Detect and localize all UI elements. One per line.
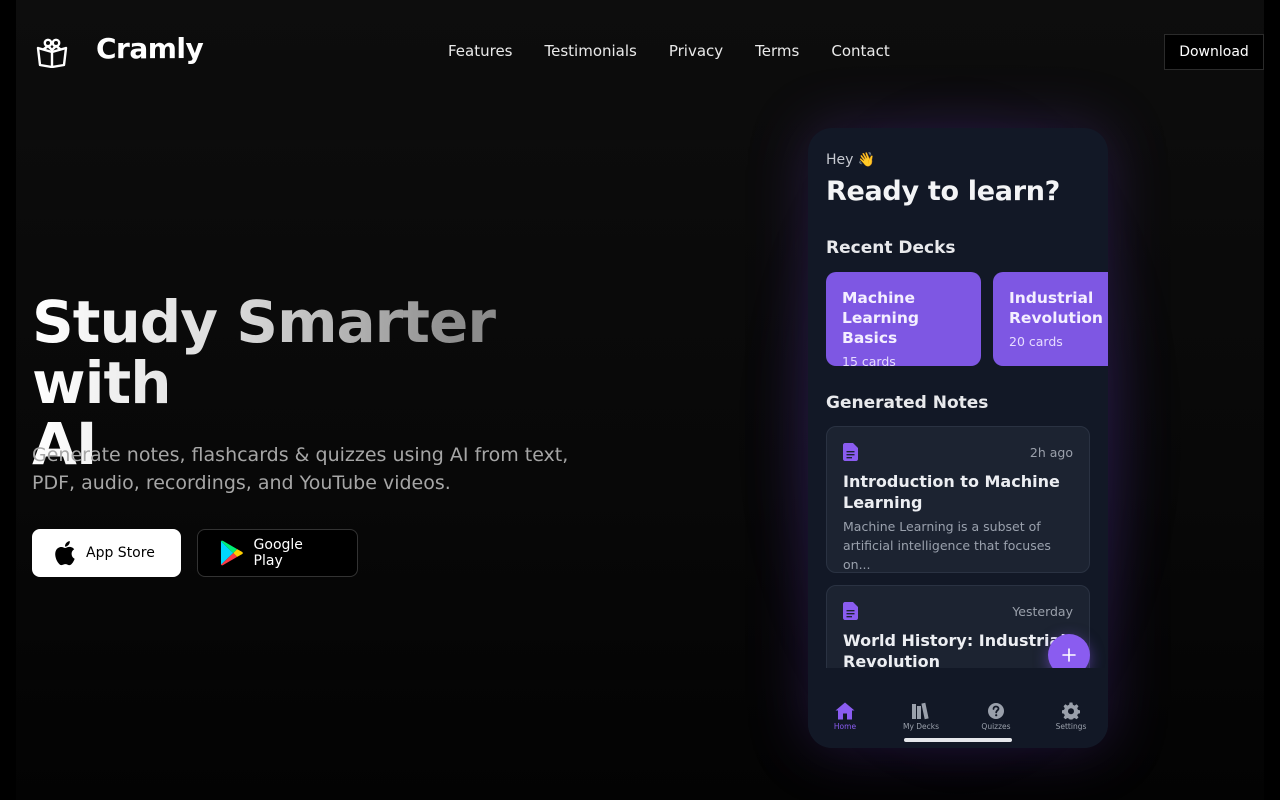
tab-label: Settings [1055,722,1087,731]
note-time: Yesterday [1012,604,1073,619]
tab-settings[interactable]: Settings [1041,702,1101,731]
download-button[interactable]: Download [1164,34,1264,70]
main-nav: Features Testimonials Privacy Terms Cont… [448,42,890,60]
nav-terms[interactable]: Terms [755,42,799,60]
hero-title-line1: Study Smarter with [32,288,495,417]
gear-icon [1062,702,1080,720]
deck-name-line1: Industrial [1009,289,1094,307]
note-title: Introduction to Machine Learning [843,472,1060,512]
note-card[interactable]: 2h ago Introduction to Machine Learning … [826,426,1090,573]
google-play-button[interactable]: Google Play [197,529,358,577]
deck-name-line1: Machine [842,289,915,307]
note-time: 2h ago [1029,445,1073,460]
tab-label: Quizzes [981,722,1011,731]
deck-count: 20 cards [1009,334,1063,349]
nav-features[interactable]: Features [448,42,513,60]
phone-mockup: Hey 👋 Ready to learn? Recent Decks Machi… [808,128,1108,748]
note-title: World History: Industrial Revolution [843,631,1066,671]
app-store-button[interactable]: App Store [32,529,181,577]
tab-label: My Decks [902,722,940,731]
recent-decks-title: Recent Decks [826,238,956,258]
logo-icon[interactable] [36,36,68,69]
brand-name[interactable]: Cramly [96,32,204,65]
document-icon [843,443,858,461]
hero-subtitle-line1: Generate notes, flashcards & quizzes usi… [32,444,569,466]
deck-name-line2: Learning Basics [842,309,919,347]
books-icon [912,702,929,720]
tab-home[interactable]: Home [815,702,875,731]
deck-card[interactable]: Machine Learning Basics 15 cards [826,272,981,369]
generated-notes-title: Generated Notes [826,393,989,413]
home-indicator [904,738,1012,742]
nav-testimonials[interactable]: Testimonials [545,42,637,60]
document-icon [843,602,858,620]
tab-quizzes[interactable]: Quizzes [966,702,1026,731]
greeting-text: Hey 👋 [826,152,876,168]
app-store-label: App Store [86,545,155,561]
plus-icon [1062,648,1076,662]
google-play-icon [220,540,243,566]
nav-contact[interactable]: Contact [831,42,889,60]
home-icon [835,702,855,720]
deck-name-line2: Revolution [1009,309,1103,327]
google-play-label: Google Play [253,537,303,569]
question-icon [988,703,1004,719]
deck-card[interactable]: Industrial Revolution 20 cards [993,272,1108,366]
note-preview-line2: artificial intelligence that focuses on.… [843,538,1051,572]
apple-icon [55,541,75,566]
tab-my-decks[interactable]: My Decks [891,702,951,731]
deck-name: Industrial Revolution [1009,288,1108,328]
hero-subtitle-line2: PDF, audio, recordings, and YouTube vide… [32,472,451,494]
phone-headline: Ready to learn? [826,176,1060,207]
hero-subtitle: Generate notes, flashcards & quizzes usi… [32,441,602,497]
deck-count: 15 cards [842,354,896,369]
nav-privacy[interactable]: Privacy [669,42,723,60]
deck-name: Machine Learning Basics [842,288,965,348]
note-preview-line1: Machine Learning is a subset of [843,519,1041,534]
note-preview: Machine Learning is a subset of artifici… [843,517,1075,572]
tab-label: Home [833,722,857,731]
tab-bar: Home My Decks Quizzes Settings [808,668,1108,748]
